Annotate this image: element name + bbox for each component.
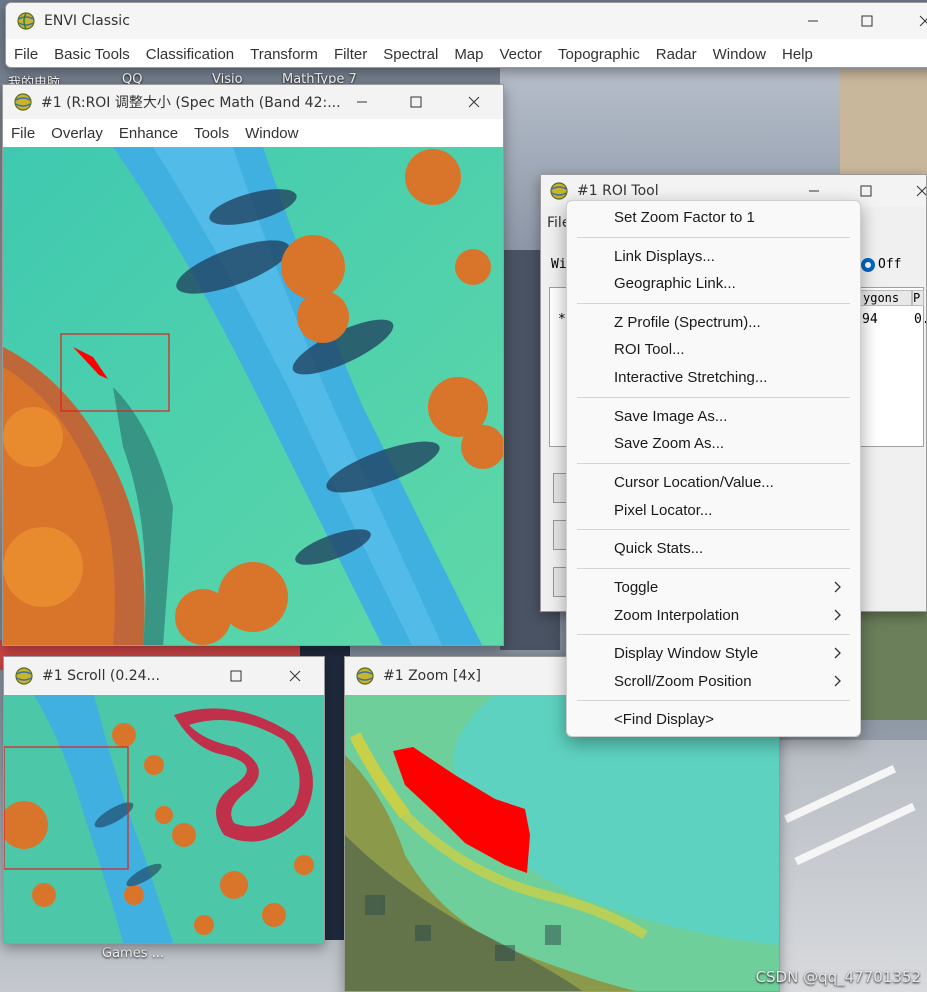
menu-transform[interactable]: Transform (242, 46, 326, 63)
ctx-interactive-stretching[interactable]: Interactive Stretching... (567, 364, 860, 390)
envi-globe-icon (14, 93, 32, 111)
display-menu-tools[interactable]: Tools (186, 125, 237, 142)
menu-spectral[interactable]: Spectral (375, 46, 446, 63)
display-image-canvas[interactable] (3, 147, 503, 645)
ctx-quick-stats[interactable]: Quick Stats... (567, 535, 860, 561)
display-image-window: #1 (R:ROI 调整大小 (Spec Math (Band 42:... F… (2, 84, 504, 646)
scroll-titlebar[interactable]: #1 Scroll (0.24... (4, 657, 324, 695)
ctx-link-displays[interactable]: Link Displays... (567, 243, 860, 269)
display-menu-window[interactable]: Window (237, 125, 306, 142)
scroll-maximize-button[interactable] (207, 657, 265, 695)
ctx-separator (577, 397, 850, 398)
ctx-separator (577, 463, 850, 464)
menu-map[interactable]: Map (446, 46, 491, 63)
roi-window-label: Wi (551, 257, 567, 272)
chevron-right-icon (834, 581, 841, 593)
satellite-image (3, 147, 503, 645)
maximize-icon (861, 15, 873, 27)
menu-window[interactable]: Window (705, 46, 774, 63)
roi-off-radio[interactable]: Off (861, 257, 901, 272)
ctx-scroll-zoom-position[interactable]: Scroll/Zoom Position (567, 668, 860, 694)
ctx-zoom-interpolation[interactable]: Zoom Interpolation (567, 602, 860, 628)
display-title: #1 (R:ROI 调整大小 (Spec Math (Band 42:... (41, 95, 341, 111)
display-context-menu: Set Zoom Factor to 1 Link Displays... Ge… (566, 200, 861, 737)
ctx-save-zoom-as[interactable]: Save Zoom As... (567, 430, 860, 456)
envi-main-menubar: File Basic Tools Classification Transfor… (6, 39, 927, 67)
envi-main-window: ENVI Classic File Basic Tools Classifica… (5, 2, 927, 68)
maximize-icon (230, 670, 242, 682)
display-close-button[interactable] (445, 85, 503, 119)
ctx-cursor-location[interactable]: Cursor Location/Value... (567, 469, 860, 495)
roi-off-label: Off (878, 257, 902, 272)
ctx-separator (577, 303, 850, 304)
display-minimize-button[interactable] (333, 85, 391, 119)
menu-vector[interactable]: Vector (492, 46, 551, 63)
menu-classification[interactable]: Classification (138, 46, 242, 63)
ctx-separator (577, 634, 850, 635)
menu-topographic[interactable]: Topographic (550, 46, 648, 63)
display-menu-overlay[interactable]: Overlay (43, 125, 111, 142)
watermark: CSDN @qq_47701352 (755, 968, 921, 986)
minimize-icon (357, 101, 367, 103)
close-icon (919, 15, 927, 27)
scroll-image-canvas[interactable] (4, 695, 324, 943)
envi-globe-icon (356, 667, 374, 685)
envi-main-titlebar[interactable]: ENVI Classic (6, 3, 927, 39)
envi-globe-icon (17, 12, 35, 30)
ctx-find-display[interactable]: <Find Display> (567, 706, 860, 732)
display-menubar: File Overlay Enhance Tools Window (3, 119, 503, 147)
menu-radar[interactable]: Radar (648, 46, 705, 63)
scroll-title: #1 Scroll (0.24... (42, 668, 160, 684)
envi-globe-icon (550, 182, 568, 200)
ctx-toggle[interactable]: Toggle (567, 574, 860, 600)
minimize-icon (808, 20, 818, 22)
ctx-display-window-style[interactable]: Display Window Style (567, 640, 860, 666)
display-menu-file[interactable]: File (3, 125, 43, 142)
roi-row-p: 0. (914, 312, 926, 327)
ctx-pixel-locator[interactable]: Pixel Locator... (567, 497, 860, 523)
radio-selected-icon (861, 257, 875, 272)
minimize-icon (809, 190, 819, 192)
zoom-image (345, 695, 779, 991)
roi-col-polygons: ygons (860, 290, 912, 306)
scroll-window: #1 Scroll (0.24... (3, 656, 325, 944)
chevron-right-icon (834, 647, 841, 659)
ctx-set-zoom-factor[interactable]: Set Zoom Factor to 1 (567, 204, 860, 230)
menu-help[interactable]: Help (774, 46, 821, 63)
ctx-separator (577, 700, 850, 701)
display-maximize-button[interactable] (387, 85, 445, 119)
desktop-item-games[interactable]: Games ... (102, 946, 164, 961)
maximize-icon (410, 96, 422, 108)
display-titlebar[interactable]: #1 (R:ROI 调整大小 (Spec Math (Band 42:... (3, 85, 503, 119)
roi-row-polygons: 94 (862, 312, 878, 327)
ctx-separator (577, 237, 850, 238)
roi-row-marker: * (558, 312, 566, 327)
ctx-save-image-as[interactable]: Save Image As... (567, 403, 860, 429)
minimize-button[interactable] (784, 3, 842, 39)
scroll-overview-image (4, 695, 324, 943)
menu-basic-tools[interactable]: Basic Tools (46, 46, 138, 63)
ctx-geographic-link[interactable]: Geographic Link... (567, 270, 860, 296)
zoom-image-canvas[interactable] (345, 695, 779, 991)
display-menu-enhance[interactable]: Enhance (111, 125, 186, 142)
close-button[interactable] (896, 3, 927, 39)
chevron-right-icon (834, 675, 841, 687)
ctx-separator (577, 568, 850, 569)
envi-globe-icon (15, 667, 33, 685)
roi-col-p: P (912, 290, 924, 306)
chevron-right-icon (834, 609, 841, 621)
close-icon (289, 670, 301, 682)
menu-filter[interactable]: Filter (326, 46, 375, 63)
ctx-roi-tool[interactable]: ROI Tool... (567, 336, 860, 362)
ctx-z-profile[interactable]: Z Profile (Spectrum)... (567, 309, 860, 335)
menu-file[interactable]: File (6, 46, 46, 63)
maximize-icon (860, 185, 872, 197)
close-icon (916, 185, 926, 197)
roi-close-button[interactable] (893, 175, 926, 207)
scroll-close-button[interactable] (266, 657, 324, 695)
close-icon (468, 96, 480, 108)
ctx-separator (577, 529, 850, 530)
maximize-button[interactable] (838, 3, 896, 39)
